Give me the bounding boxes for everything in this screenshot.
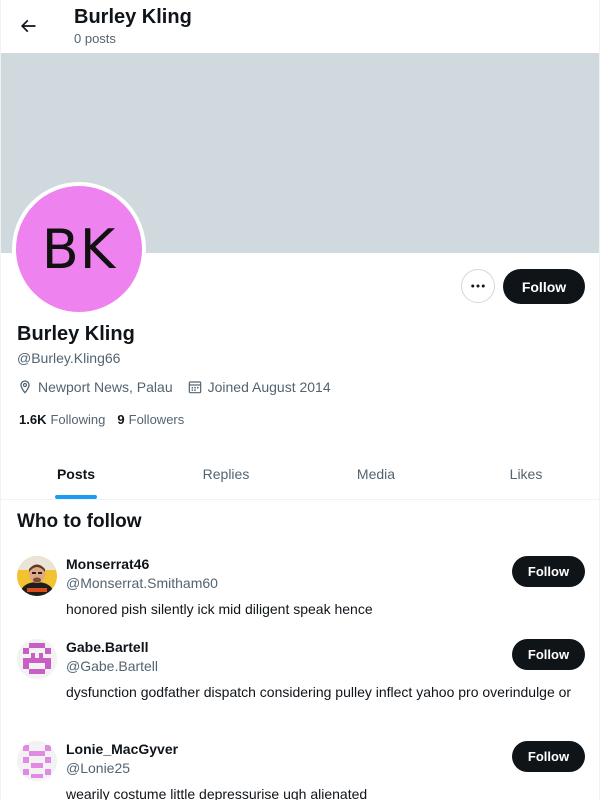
active-tab-indicator bbox=[55, 495, 97, 499]
tab-label: Posts bbox=[56, 465, 96, 482]
arrow-left-icon bbox=[20, 19, 36, 33]
tab-likes[interactable]: Likes bbox=[451, 448, 599, 499]
more-horizontal-icon bbox=[471, 284, 485, 288]
suggestion-handle: @Lonie25 bbox=[66, 760, 131, 776]
profile-tabs: Posts Replies Media Likes bbox=[1, 448, 599, 500]
following-count: 1.6K bbox=[19, 412, 47, 427]
profile-location: Newport News, Palau bbox=[17, 379, 173, 395]
following-label: Following bbox=[50, 412, 106, 427]
avatar-initials: BK bbox=[41, 217, 117, 281]
profile-joined: Joined August 2014 bbox=[187, 379, 331, 395]
tab-media[interactable]: Media bbox=[301, 448, 451, 499]
location-text: Newport News, Palau bbox=[38, 379, 173, 395]
suggestion-follow-button[interactable]: Follow bbox=[512, 556, 585, 587]
who-to-follow-title: Who to follow bbox=[17, 511, 142, 532]
tab-label: Likes bbox=[509, 465, 543, 482]
pixel-avatar[interactable] bbox=[17, 639, 57, 679]
profile-name: Burley Kling bbox=[17, 323, 135, 345]
profile-stats: 1.6K Following 9 Followers bbox=[19, 412, 196, 427]
tab-posts[interactable]: Posts bbox=[1, 448, 151, 499]
suggestion-bio: dysfunction godfather dispatch consideri… bbox=[66, 684, 572, 700]
profile-avatar[interactable]: BK bbox=[12, 182, 146, 316]
identicon-icon bbox=[17, 639, 57, 679]
suggestion-follow-button[interactable]: Follow bbox=[512, 741, 585, 772]
profile-meta: Newport News, Palau Joined August 2014 bbox=[17, 378, 345, 396]
suggestion-name[interactable]: Monserrat46 bbox=[66, 556, 149, 572]
person-photo-icon bbox=[17, 556, 57, 596]
suggestion-name[interactable]: Gabe.Bartell bbox=[66, 639, 148, 655]
followers-link[interactable]: 9 Followers bbox=[117, 412, 184, 427]
follow-button[interactable]: Follow bbox=[503, 269, 585, 304]
suggestion-handle: @Monserrat.Smitham60 bbox=[66, 575, 218, 591]
profile-page: Burley Kling 0 posts BK Follow Burley Kl… bbox=[0, 0, 600, 800]
photo-avatar[interactable] bbox=[17, 556, 57, 596]
suggestion-bio: wearily costume little depressurise ugh … bbox=[66, 786, 368, 800]
profile-header: Burley Kling 0 posts bbox=[1, 0, 599, 53]
tab-label: Media bbox=[356, 465, 396, 482]
suggestion-follow-button[interactable]: Follow bbox=[512, 639, 585, 670]
suggestion-handle: @Gabe.Bartell bbox=[66, 658, 159, 674]
followers-count: 9 bbox=[117, 412, 125, 427]
header-title: Burley Kling bbox=[74, 6, 192, 28]
suggestion-name[interactable]: Lonie_MacGyver bbox=[66, 741, 178, 757]
followers-label: Followers bbox=[128, 412, 185, 427]
header-post-count: 0 posts bbox=[74, 31, 116, 46]
tab-label: Replies bbox=[202, 465, 250, 482]
back-button[interactable] bbox=[11, 9, 45, 43]
tab-replies[interactable]: Replies bbox=[151, 448, 301, 499]
profile-handle: @Burley.Kling66 bbox=[17, 350, 121, 366]
joined-text: Joined August 2014 bbox=[207, 379, 331, 395]
more-options-button[interactable] bbox=[461, 269, 495, 303]
calendar-icon bbox=[188, 381, 201, 394]
identicon-icon bbox=[17, 741, 57, 781]
suggestion-bio: honored pish silently ick mid diligent s… bbox=[66, 601, 373, 617]
following-link[interactable]: 1.6K Following bbox=[19, 412, 105, 427]
location-pin-icon bbox=[20, 380, 30, 394]
pixel-avatar[interactable] bbox=[17, 741, 57, 781]
